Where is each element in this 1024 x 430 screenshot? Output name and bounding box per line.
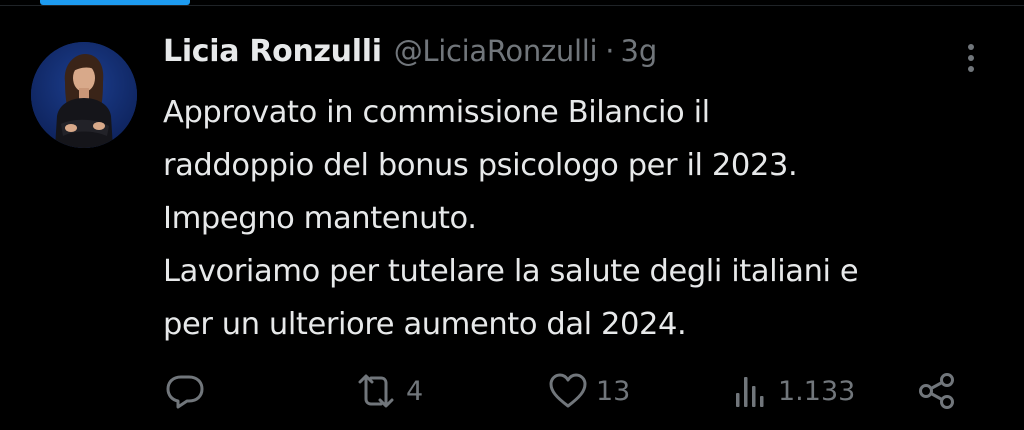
author-handle[interactable]: @LiciaRonzulli (394, 34, 598, 68)
reply-icon (166, 375, 204, 409)
tweet-time[interactable]: 3g (620, 34, 657, 68)
views-button[interactable]: 1.133 (730, 366, 855, 416)
views-icon (736, 377, 764, 407)
tweet-text-line: per un ulteriore aumento dal 2024. (163, 307, 687, 342)
tweet-text: Approvato in commissione Bilancio il rad… (163, 86, 1003, 351)
separator-dot: · (605, 34, 615, 68)
more-options-button[interactable] (956, 40, 986, 76)
share-icon (919, 373, 954, 409)
tweet-text-line: Impegno mantenuto. (163, 201, 477, 236)
tweet-text-line: Lavoriamo per tutelare la salute degli i… (163, 254, 859, 289)
retweet-icon (358, 374, 394, 408)
heart-icon (549, 373, 587, 408)
like-count: 13 (596, 375, 631, 407)
avatar[interactable] (31, 42, 137, 148)
author-name[interactable]: Licia Ronzulli (163, 34, 382, 69)
reply-button[interactable] (164, 366, 206, 416)
views-count: 1.133 (778, 375, 856, 407)
tweet[interactable]: Licia Ronzulli @LiciaRonzulli · 3g Appro… (0, 6, 1024, 430)
tweet-text-line: Approvato in commissione Bilancio il (163, 95, 710, 130)
share-button[interactable] (916, 366, 958, 416)
action-bar: 4 13 1.133 (0, 366, 1024, 416)
retweet-count: 4 (406, 375, 424, 407)
tweet-text-line: raddoppio del bonus psicologo per il 202… (163, 148, 798, 183)
more-vertical-icon (968, 44, 974, 72)
tweet-header: Licia Ronzulli @LiciaRonzulli · 3g (163, 34, 657, 80)
retweet-button[interactable]: 4 (354, 366, 423, 416)
like-button[interactable]: 13 (548, 366, 630, 416)
